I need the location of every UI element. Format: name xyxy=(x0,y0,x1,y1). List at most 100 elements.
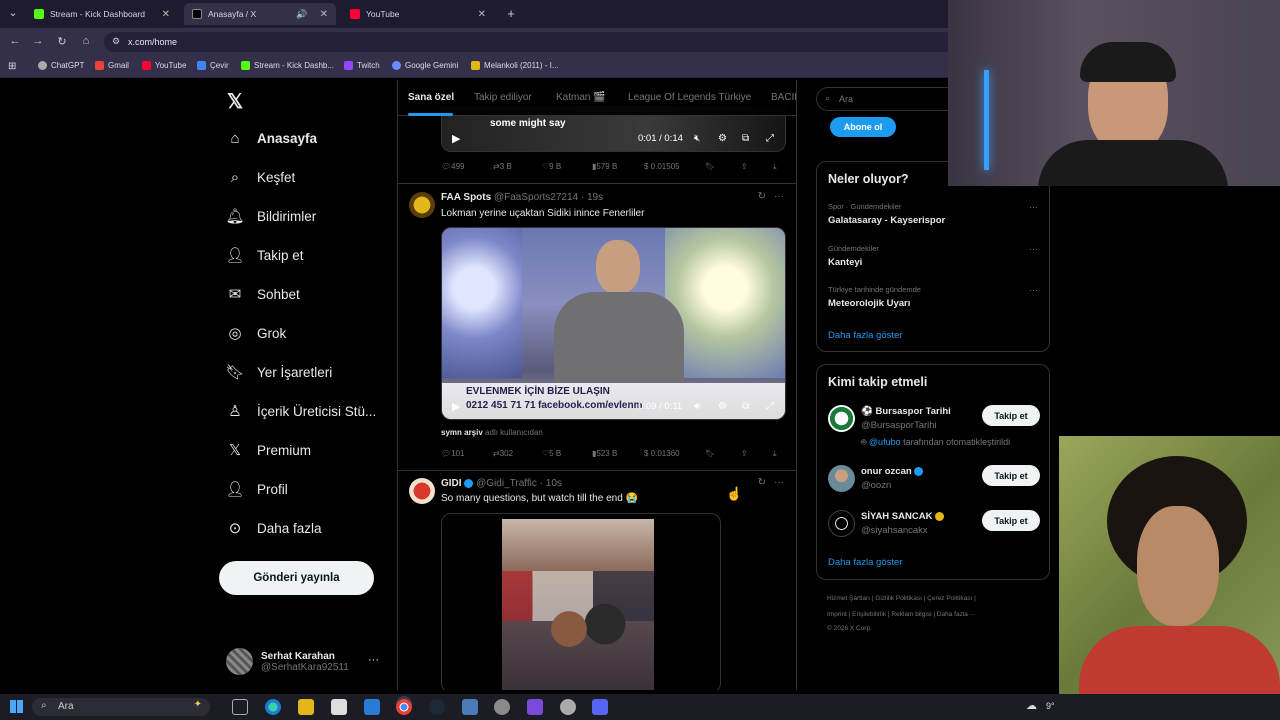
discord-icon[interactable] xyxy=(592,699,608,715)
speaker-icon[interactable]: 🔊 xyxy=(296,9,307,20)
reply-button[interactable]: 💬︎ 499 xyxy=(441,162,465,171)
fullscreen-icon[interactable]: ⤢ xyxy=(766,401,774,412)
suggested-user[interactable]: onur ozcan @oozn Takip et xyxy=(828,465,1040,505)
nav-bookmarks[interactable]: 🔖︎ Yer İşaretleri xyxy=(225,363,332,381)
tab-lol-turkiye[interactable]: League Of Legends Türkiye xyxy=(628,92,751,103)
bookmark-youtube[interactable]: YouTube xyxy=(142,61,186,70)
like-button[interactable]: ♡ 9 B xyxy=(542,162,561,171)
more-icon[interactable]: ··· xyxy=(1029,285,1038,295)
follow-button[interactable]: Takip et xyxy=(982,405,1040,426)
x-logo-icon[interactable]: 𝕏 xyxy=(227,89,243,114)
tab-katman[interactable]: Katman 🎬 xyxy=(556,92,606,103)
store-icon[interactable] xyxy=(331,699,347,715)
views-button[interactable]: ▮ 579 B xyxy=(592,162,617,171)
repost-button[interactable]: ⇄ 3 B xyxy=(493,162,512,171)
task-view-icon[interactable] xyxy=(232,699,248,715)
close-icon[interactable]: ✕ xyxy=(320,9,328,20)
tab-for-you[interactable]: Sana özel xyxy=(408,92,454,103)
tab-youtube[interactable]: YouTube ✕ xyxy=(342,3,494,25)
share-icon[interactable]: ⇪ xyxy=(741,162,748,171)
bookmark-translate[interactable]: Çevir xyxy=(197,61,229,70)
post-button[interactable]: Gönderi yayınla xyxy=(219,561,374,595)
new-tab-button[interactable]: + xyxy=(504,6,518,21)
chrome-icon[interactable] xyxy=(396,699,412,715)
show-more-link[interactable]: Daha fazla göster xyxy=(828,330,902,341)
app-icon[interactable] xyxy=(560,699,576,715)
nav-follow[interactable]: 👤︎ Takip et xyxy=(225,246,303,264)
tab-list-button[interactable]: ⌄ xyxy=(6,6,20,19)
follow-button[interactable]: Takip et xyxy=(982,510,1040,531)
nav-creator-studio[interactable]: ♙ İçerik Üreticisi Stü... xyxy=(226,402,376,420)
volume-icon[interactable]: 🔊︎ xyxy=(694,401,700,412)
reply-button[interactable]: 💬︎ 101 xyxy=(441,449,465,458)
share-icon[interactable]: ⇪ xyxy=(741,449,748,458)
trend-item[interactable]: Kanteyi xyxy=(828,257,862,268)
bookmark-melankoli[interactable]: Melankoli (2011) - I... xyxy=(471,61,559,70)
site-info-icon[interactable]: ⚙ xyxy=(112,36,120,47)
app-icon[interactable] xyxy=(527,699,543,715)
repost-button[interactable]: ⇄ 302 xyxy=(493,449,513,458)
tweet-time[interactable]: 10s xyxy=(546,478,562,489)
tab-kick[interactable]: Stream - Kick Dashboard ✕ xyxy=(26,3,178,25)
subscribe-button[interactable]: Abone ol xyxy=(830,117,896,137)
account-switcher[interactable]: Serhat Karahan @SerhatKara92511 ··· xyxy=(226,648,379,675)
bookmark-twitch[interactable]: Twitch xyxy=(344,61,380,70)
follow-button[interactable]: Takip et xyxy=(982,465,1040,486)
bookmark-icon[interactable]: 🔖︎ xyxy=(705,162,715,171)
show-more-link[interactable]: Daha fazla göster xyxy=(828,557,902,568)
home-icon[interactable]: ⌂ xyxy=(79,35,93,47)
bookmark-kick[interactable]: Stream - Kick Dashb... xyxy=(241,61,334,70)
windows-start-icon[interactable] xyxy=(10,700,23,713)
nav-explore[interactable]: ⌕ Keşfet xyxy=(226,168,295,186)
more-icon[interactable]: ··· xyxy=(1029,202,1038,212)
close-icon[interactable]: ✕ xyxy=(162,9,170,20)
author-handle[interactable]: @FaaSports27214 xyxy=(494,192,578,203)
nav-grok[interactable]: ◎ Grok xyxy=(226,324,286,342)
avatar[interactable] xyxy=(409,192,435,218)
tab-bacil[interactable]: BACIL xyxy=(771,92,796,103)
steam-icon[interactable] xyxy=(429,699,445,715)
download-icon[interactable]: ⤓ xyxy=(773,449,777,459)
back-icon[interactable]: ← xyxy=(8,35,22,47)
more-icon[interactable]: ··· xyxy=(368,654,379,666)
tweet-time[interactable]: 19s xyxy=(587,192,603,203)
forward-icon[interactable]: → xyxy=(31,35,45,47)
more-icon[interactable]: ··· xyxy=(1029,244,1038,254)
edge-icon[interactable] xyxy=(265,699,281,715)
grok-icon[interactable]: ↻ xyxy=(758,191,766,202)
copilot-icon[interactable]: ✦ xyxy=(194,699,202,710)
tweet-video[interactable] xyxy=(441,513,721,690)
automation-handle[interactable]: @ufubo xyxy=(869,437,901,447)
suggested-user[interactable]: SİYAH SANCAK @siyahsancakx Takip et xyxy=(828,510,1040,550)
bookmark-gmail[interactable]: Gmail xyxy=(95,61,129,70)
bookmark-chatgpt[interactable]: ChatGPT xyxy=(38,61,84,70)
settings-icon[interactable]: ⚙ xyxy=(718,401,727,412)
trend-item[interactable]: Galatasaray - Kayserispor xyxy=(828,215,945,226)
tweet-video[interactable]: EVLENMEK İÇİN BİZE ULAŞIN 0212 451 71 71… xyxy=(441,227,786,420)
bookmark-icon[interactable]: 🔖︎ xyxy=(705,449,715,458)
more-icon[interactable]: ··· xyxy=(774,477,784,488)
reload-icon[interactable]: ↻ xyxy=(55,35,69,48)
nav-profile[interactable]: 👤︎ Profil xyxy=(225,480,287,498)
pip-icon[interactable]: ⧉ xyxy=(742,133,749,144)
apps-icon[interactable]: ⊞ xyxy=(8,61,16,72)
nav-notifications[interactable]: 🔔︎ Bildirimler xyxy=(225,207,316,225)
footer-links[interactable]: Imprint | Erişilebilirlik | Reklam bilgi… xyxy=(827,611,976,618)
tab-x[interactable]: Anasayfa / X 🔊 ✕ xyxy=(184,3,336,25)
fullscreen-icon[interactable]: ⤢ xyxy=(766,133,774,144)
app-icon[interactable] xyxy=(462,699,478,715)
taskbar-search[interactable]: ⌕ Ara ✦ xyxy=(32,698,210,716)
tip-button[interactable]: $ 0.01360 xyxy=(644,449,680,458)
author-handle[interactable]: @Gidi_Traffic xyxy=(476,478,537,489)
tip-button[interactable]: $ 0.01505 xyxy=(644,162,680,171)
views-button[interactable]: ▮ 523 B xyxy=(592,449,617,458)
mail-app-icon[interactable] xyxy=(364,699,380,715)
play-icon[interactable]: ▶ xyxy=(452,400,460,413)
nav-chat[interactable]: ✉ Sohbet xyxy=(226,285,300,303)
bookmark-gemini[interactable]: Google Gemini xyxy=(392,61,458,70)
download-icon[interactable]: ⤓ xyxy=(773,162,777,172)
mute-icon[interactable]: 🔇︎ xyxy=(694,133,700,144)
url-field[interactable]: ⚙ x.com/home xyxy=(104,32,954,52)
nav-premium[interactable]: 𝕏 Premium xyxy=(226,441,311,459)
weather-icon[interactable]: ☁ xyxy=(1026,699,1037,712)
